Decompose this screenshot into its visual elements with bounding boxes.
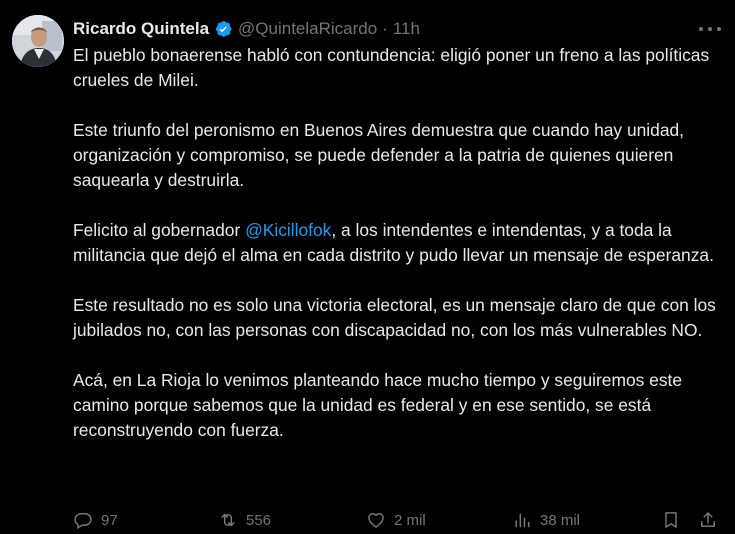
tweet-text-segment: Este resultado no es solo una victoria e… [73,295,716,340]
views-icon [515,513,530,528]
action-bar: 97 556 2 mil 38 mil [73,508,723,534]
tweet-text: El pueblo bonaerense habló con contunden… [73,43,723,468]
verified-badge-icon [213,19,233,39]
share-icon [701,512,715,527]
timestamp[interactable]: 11h [393,19,420,39]
reply-count: 97 [101,511,118,529]
tweet-paragraph: El pueblo bonaerense habló con contunden… [73,43,723,93]
repost-count: 556 [246,511,272,529]
tweet-text-segment: Felicito al gobernador [73,220,246,240]
tweet: Ricardo Quintela @QuintelaRicardo · 11h … [0,0,735,530]
bookmark-button[interactable] [661,510,681,530]
like-count: 2 mil [394,511,426,529]
share-button[interactable] [698,510,718,530]
profile-photo [12,15,64,67]
views-count: 38 mil [540,511,581,529]
more-dot [717,27,721,31]
repost-button[interactable]: 556 [218,510,271,530]
tweet-text-segment: El pueblo bonaerense habló con contunden… [73,45,710,90]
more-dot [699,27,703,31]
author-name[interactable]: Ricardo Quintela [73,19,209,39]
reply-button[interactable]: 97 [73,510,118,530]
tweet-paragraph: Este resultado no es solo una victoria e… [73,293,723,343]
views-button[interactable]: 38 mil [512,510,580,530]
tweet-paragraph: Acá, en La Rioja lo venimos planteando h… [73,368,723,443]
tweet-text-segment: Este triunfo del peronismo en Buenos Air… [73,120,684,190]
mention-link[interactable]: @Kicillofok [245,220,331,240]
reply-icon [74,513,92,530]
separator-dot: · [382,19,388,38]
more-icon[interactable] [699,20,721,38]
repost-icon [221,513,235,527]
bookmark-icon [665,512,677,528]
more-dot [708,27,712,31]
like-button[interactable]: 2 mil [366,510,426,530]
tweet-header: Ricardo Quintela @QuintelaRicardo · 11h [73,17,723,41]
like-icon [368,513,384,528]
tweet-paragraph: Felicito al gobernador @Kicillofok, a lo… [73,218,723,268]
tweet-paragraph: Este triunfo del peronismo en Buenos Air… [73,118,723,193]
author-handle[interactable]: @QuintelaRicardo [238,19,377,39]
avatar[interactable] [12,15,64,67]
tweet-text-segment: Acá, en La Rioja lo venimos planteando h… [73,370,683,440]
